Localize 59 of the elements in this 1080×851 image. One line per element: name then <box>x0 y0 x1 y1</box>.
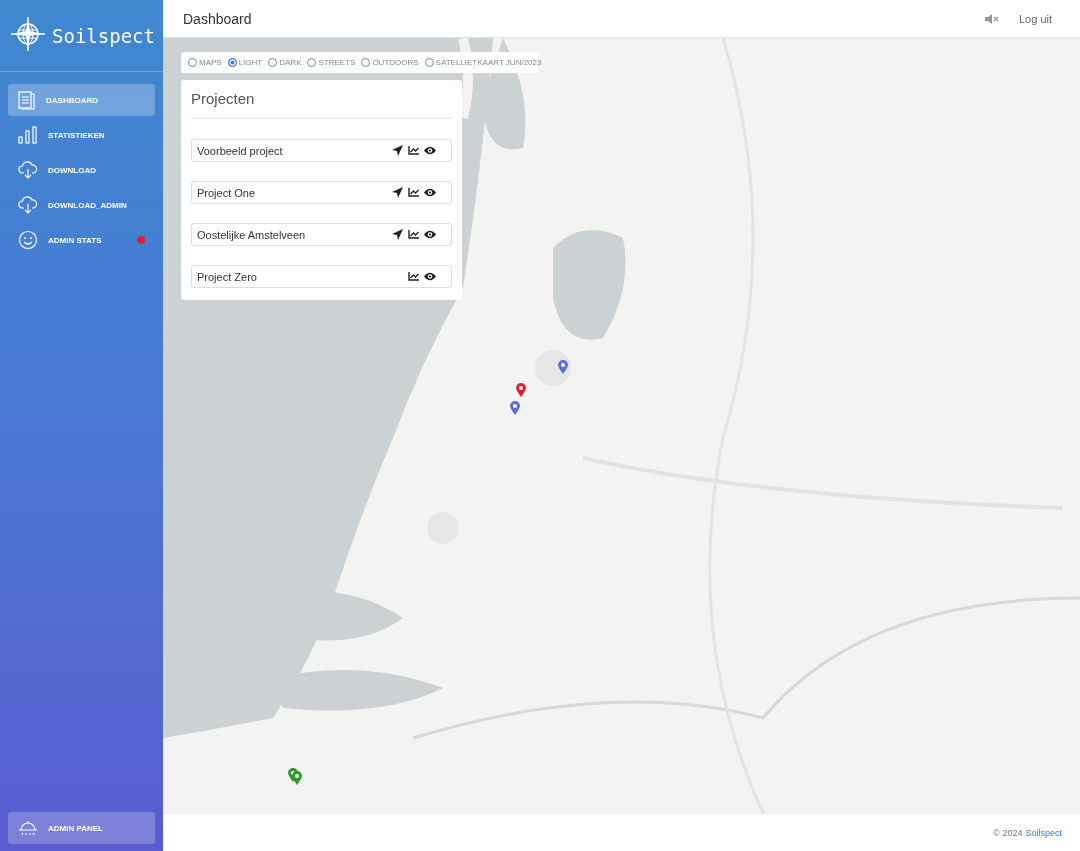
layer-option[interactable]: LIGHT <box>227 58 263 67</box>
radio-button[interactable] <box>361 58 371 67</box>
nav-item[interactable]: DASHBOARD <box>8 84 155 116</box>
globe-logo-icon <box>10 15 46 52</box>
navigation-arrow-icon[interactable] <box>392 229 403 240</box>
cloud-download-icon <box>18 196 38 214</box>
option-label: OUTDOORS <box>372 58 419 67</box>
nav-item[interactable]: ADMIN PANEL <box>8 812 155 844</box>
map-pin-icon[interactable] <box>510 401 520 415</box>
project-name: Oostelijke Amstelveen <box>197 228 307 241</box>
project-name: Project One <box>197 186 257 199</box>
project-row[interactable]: Oostelijke Amstelveen <box>191 223 452 246</box>
radio-button[interactable] <box>188 58 197 67</box>
project-row[interactable]: Voorbeeld project <box>191 139 452 162</box>
radio-button[interactable] <box>227 58 237 67</box>
document-icon <box>18 90 36 110</box>
nav-item[interactable]: ADMIN STATS <box>8 224 155 256</box>
navigation-arrow-icon[interactable] <box>392 187 403 198</box>
project-row[interactable]: Project Zero <box>191 265 452 288</box>
radio-button[interactable] <box>307 58 317 67</box>
project-name: Voorbeeld project <box>197 144 284 157</box>
eye-icon[interactable] <box>424 146 436 155</box>
layer-option[interactable]: DARK <box>268 58 302 67</box>
line-chart-icon[interactable] <box>408 272 419 281</box>
navigation-arrow-icon[interactable] <box>392 145 403 156</box>
layer-option[interactable]: OUTDOORS <box>361 58 419 67</box>
layer-option[interactable]: STREETS <box>307 58 356 67</box>
smiley-icon <box>18 230 38 250</box>
bar-chart-icon <box>18 126 38 144</box>
panel-title: Projecten <box>191 88 452 119</box>
option-label: STREETS <box>318 58 356 67</box>
logout-link[interactable]: Log uit <box>1018 12 1052 25</box>
eye-icon[interactable] <box>424 230 436 239</box>
line-chart-icon[interactable] <box>408 230 419 239</box>
radio-button[interactable] <box>424 58 434 67</box>
footer-link[interactable]: Soilspect <box>1025 827 1062 838</box>
project-name: Project Zero <box>197 270 258 283</box>
map-pin-icon[interactable] <box>292 771 302 785</box>
map-pin-icon[interactable] <box>516 383 526 397</box>
brand-name: Soilspect <box>52 24 155 47</box>
page-title: Dashboard <box>183 10 253 27</box>
option-label: MAPS <box>199 58 222 67</box>
line-chart-icon[interactable] <box>408 188 419 197</box>
radio-button[interactable] <box>268 58 278 67</box>
speaker-muted-icon[interactable] <box>984 13 999 24</box>
nav-item[interactable]: DOWNLOAD <box>8 154 155 186</box>
option-label: LIGHT <box>238 58 263 67</box>
copyright-text: © 2024 <box>993 827 1023 838</box>
nav-item[interactable]: DOWNLOAD_ADMIN <box>8 189 155 221</box>
option-label: DARK <box>279 58 302 67</box>
cloud-download-icon <box>18 161 38 179</box>
bell-icon <box>18 819 38 837</box>
eye-icon[interactable] <box>424 188 436 197</box>
project-row[interactable]: Project One <box>191 181 452 204</box>
layer-option[interactable]: MAPS <box>188 58 222 67</box>
eye-icon[interactable] <box>424 272 436 281</box>
map-pin-icon[interactable] <box>558 360 568 374</box>
nav-item[interactable]: STATISTIEKEN <box>8 119 155 151</box>
line-chart-icon[interactable] <box>408 146 419 155</box>
